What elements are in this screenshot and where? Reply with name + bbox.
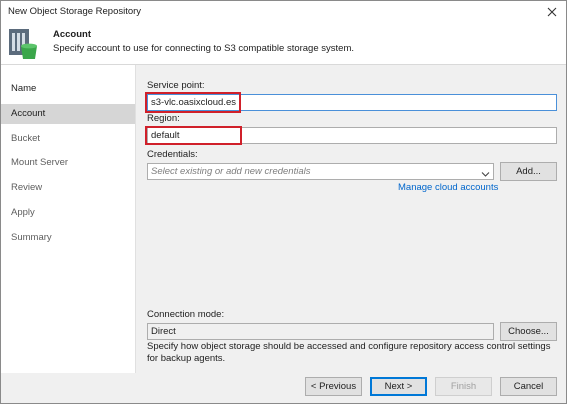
step-bucket: Bucket bbox=[11, 133, 41, 144]
choose-connection-mode-button[interactable]: Choose... bbox=[500, 322, 557, 341]
credentials-select[interactable]: Select existing or add new credentials bbox=[147, 163, 494, 180]
storage-repository-icon bbox=[7, 27, 41, 61]
connection-mode-field: Direct bbox=[147, 323, 494, 340]
step-summary: Summary bbox=[11, 232, 52, 243]
step-name[interactable]: Name bbox=[1, 79, 135, 99]
wizard-footer: < Previous Next > Finish Cancel bbox=[1, 373, 566, 403]
manage-cloud-accounts-link[interactable]: Manage cloud accounts bbox=[398, 182, 498, 193]
close-icon[interactable] bbox=[544, 4, 560, 20]
connection-mode-label: Connection mode: bbox=[147, 309, 225, 320]
credentials-label: Credentials: bbox=[147, 149, 198, 160]
step-account[interactable]: Account bbox=[1, 104, 135, 124]
page-title: Account bbox=[53, 29, 91, 40]
next-button[interactable]: Next > bbox=[370, 377, 427, 396]
step-review: Review bbox=[11, 182, 43, 193]
cancel-button[interactable]: Cancel bbox=[500, 377, 557, 396]
region-highlight bbox=[145, 126, 242, 145]
step-mount-server: Mount Server bbox=[11, 157, 69, 168]
region-label: Region: bbox=[147, 113, 180, 124]
page-subtitle: Specify account to use for connecting to… bbox=[53, 43, 354, 54]
connection-mode-description: Specify how object storage should be acc… bbox=[147, 341, 551, 364]
chevron-down-icon[interactable] bbox=[481, 168, 490, 179]
previous-button[interactable]: < Previous bbox=[305, 377, 362, 396]
step-apply: Apply bbox=[11, 207, 35, 218]
add-credentials-button[interactable]: Add... bbox=[500, 162, 557, 181]
service-point-label: Service point: bbox=[147, 80, 205, 91]
wizard-steps: Name Account Bucket Mount Server Review … bbox=[1, 65, 136, 373]
credentials-placeholder: Select existing or add new credentials bbox=[151, 166, 311, 177]
service-point-highlight bbox=[145, 92, 241, 113]
window-title: New Object Storage Repository bbox=[8, 6, 142, 17]
wizard-header: Account Specify account to use for conne… bbox=[1, 23, 566, 65]
finish-button: Finish bbox=[435, 377, 492, 396]
wizard-content: Service point: s3-vlc.oasixcloud.es Regi… bbox=[136, 65, 566, 373]
wizard-window: New Object Storage Repository Account Sp… bbox=[0, 0, 567, 404]
title-bar: New Object Storage Repository bbox=[1, 1, 566, 23]
